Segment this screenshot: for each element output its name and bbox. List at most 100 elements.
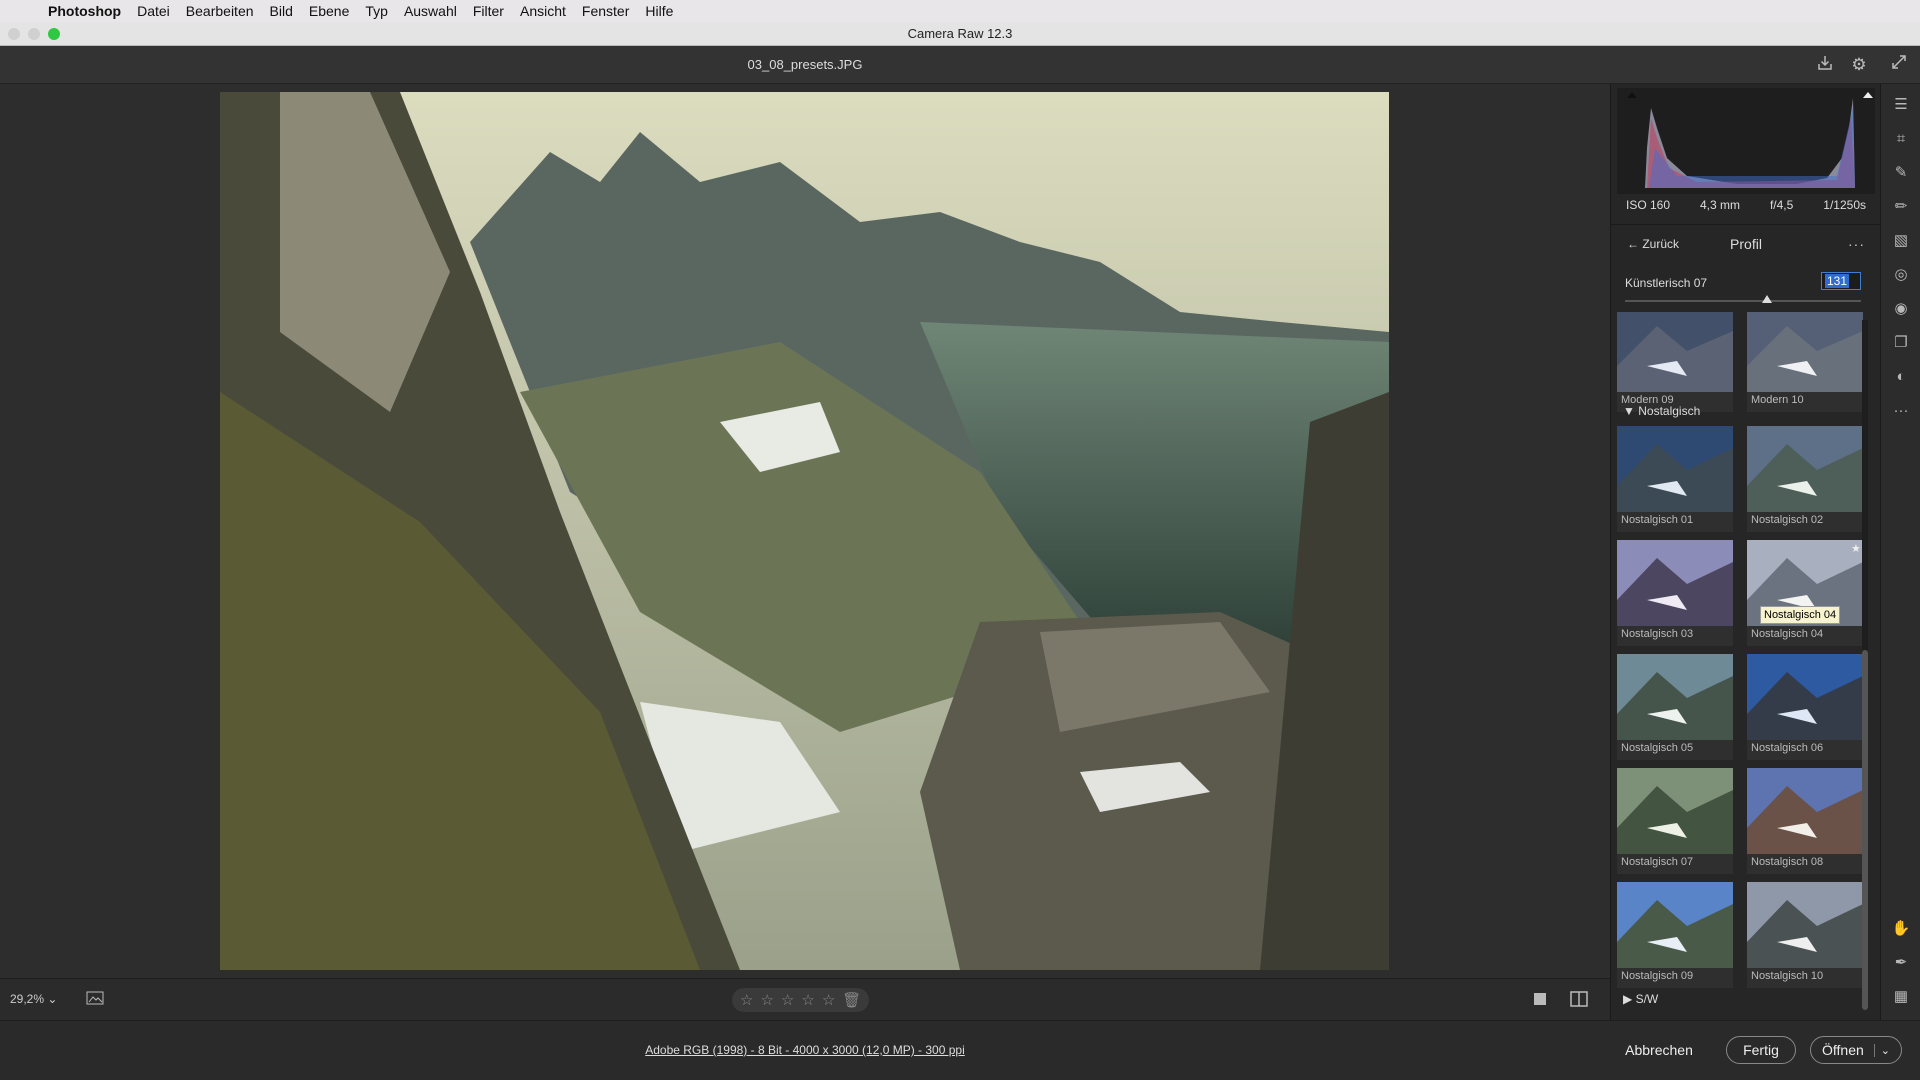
hand-icon[interactable]: ✋: [1890, 918, 1912, 940]
exif-shutter: 1/1250s: [1823, 198, 1866, 212]
workflow-options-link[interactable]: Adobe RGB (1998) - 8 Bit - 4000 x 3000 (…: [0, 1043, 1610, 1057]
zoom-window-button[interactable]: [48, 28, 60, 40]
more-options-icon[interactable]: ···: [1848, 236, 1865, 252]
menu-fenster[interactable]: Fenster: [574, 3, 637, 19]
thumb-image: [1747, 312, 1863, 392]
thumb-image: [1617, 312, 1733, 392]
triangle-right-icon: ▶: [1623, 992, 1633, 1006]
section-nostalgisch[interactable]: ▼ Nostalgisch: [1623, 404, 1700, 418]
window-title: Camera Raw 12.3: [907, 26, 1013, 41]
histogram: [1617, 88, 1875, 194]
slider-handle[interactable]: [1761, 295, 1772, 303]
thumb-image: [1747, 426, 1863, 512]
thumb-image: [1617, 882, 1733, 968]
thumb-caption: Nostalgisch 04: [1747, 626, 1863, 646]
menu-bild[interactable]: Bild: [262, 3, 301, 19]
thumb-image: [1747, 654, 1863, 740]
exif-focal: 4,3 mm: [1699, 198, 1740, 212]
star-icon[interactable]: ☆: [760, 991, 773, 1009]
profile-title: Profil: [1730, 235, 1762, 252]
star-icon[interactable]: ☆: [781, 991, 794, 1009]
cancel-button[interactable]: Abbrechen: [1612, 1036, 1706, 1064]
file-bar: 03_08_presets.JPG ⚙: [0, 46, 1920, 84]
thumb-caption: Nostalgisch 09: [1617, 968, 1733, 988]
window-controls: [8, 28, 60, 40]
menu-bearbeiten[interactable]: Bearbeiten: [178, 3, 262, 19]
color-sampler-icon[interactable]: ✒: [1890, 952, 1912, 974]
image-view-icon[interactable]: [86, 991, 106, 1007]
profile-thumb-modern-10[interactable]: Modern 10: [1747, 312, 1863, 412]
menu-ansicht[interactable]: Ansicht: [512, 3, 574, 19]
profile-amount-input[interactable]: 131: [1821, 272, 1861, 290]
done-button[interactable]: Fertig: [1726, 1036, 1796, 1064]
profile-thumb-nostalgisch-02[interactable]: Nostalgisch 02: [1747, 426, 1863, 532]
crop-icon[interactable]: ⌗: [1890, 128, 1912, 150]
close-window-button[interactable]: [8, 28, 20, 40]
snapshots-icon[interactable]: ❐: [1890, 332, 1912, 354]
tool-strip: ☰ ⌗ ✎ ✏ ▧ ◎ ◉ ❐ ◐ ··· ✋ ✒ ▦: [1880, 84, 1920, 1020]
profile-header: ← Zurück Profil ···: [1611, 224, 1881, 262]
single-view-icon[interactable]: [1532, 991, 1548, 1007]
spot-heal-icon[interactable]: ✎: [1890, 162, 1912, 184]
exif-aperture: f/4,5: [1769, 198, 1794, 212]
profile-thumb-nostalgisch-06[interactable]: Nostalgisch 06: [1747, 654, 1863, 760]
file-name: 03_08_presets.JPG: [747, 57, 863, 72]
menu-typ[interactable]: Typ: [357, 3, 396, 19]
window-titlebar: Camera Raw 12.3: [0, 22, 1920, 46]
thumb-image: [1617, 768, 1733, 854]
star-icon[interactable]: ☆: [822, 991, 835, 1009]
profile-thumb-nostalgisch-04[interactable]: ★ Nostalgisch 04: [1747, 540, 1863, 646]
sliders-icon[interactable]: ☰: [1890, 94, 1912, 116]
image-canvas[interactable]: [0, 84, 1610, 978]
save-image-icon[interactable]: [1814, 54, 1836, 76]
gradient-icon[interactable]: ▧: [1890, 230, 1912, 252]
thumb-caption: Nostalgisch 08: [1747, 854, 1863, 874]
fullscreen-icon[interactable]: [1888, 54, 1910, 76]
preview-photo[interactable]: [220, 92, 1389, 970]
profile-thumb-nostalgisch-01[interactable]: Nostalgisch 01: [1617, 426, 1733, 532]
menu-hilfe[interactable]: Hilfe: [637, 3, 681, 19]
chevron-down-icon[interactable]: ⌄: [1873, 1043, 1890, 1057]
profile-thumb-modern-09[interactable]: Modern 09: [1617, 312, 1733, 412]
radial-filter-icon[interactable]: ◎: [1890, 264, 1912, 286]
scrollbar-thumb[interactable]: [1862, 650, 1868, 1010]
menu-ebene[interactable]: Ebene: [301, 3, 357, 19]
zoom-level[interactable]: 29,2% ⌄: [10, 992, 57, 1006]
thumb-image: [1617, 426, 1733, 512]
menu-app[interactable]: Photoshop: [40, 3, 129, 19]
thumb-caption: Modern 10: [1747, 392, 1863, 412]
presets-icon[interactable]: ◐: [1890, 366, 1912, 388]
before-after-icon[interactable]: [1570, 991, 1588, 1007]
menu-auswahl[interactable]: Auswahl: [396, 3, 465, 19]
profile-thumb-nostalgisch-03[interactable]: Nostalgisch 03: [1617, 540, 1733, 646]
footer-bar: Adobe RGB (1998) - 8 Bit - 4000 x 3000 (…: [0, 1020, 1920, 1080]
thumb-caption: Nostalgisch 02: [1747, 512, 1863, 532]
star-icon[interactable]: ☆: [740, 991, 753, 1009]
profile-thumb-nostalgisch-07[interactable]: Nostalgisch 07: [1617, 768, 1733, 874]
trash-icon[interactable]: 🗑: [842, 991, 861, 1009]
minimize-window-button[interactable]: [28, 28, 40, 40]
thumb-caption: Nostalgisch 01: [1617, 512, 1733, 532]
gear-icon[interactable]: ⚙: [1848, 54, 1870, 76]
thumb-caption: Nostalgisch 10: [1747, 968, 1863, 988]
more-tools-icon[interactable]: ···: [1890, 400, 1912, 422]
menu-filter[interactable]: Filter: [465, 3, 512, 19]
menubar: Photoshop Datei Bearbeiten Bild Ebene Ty…: [0, 0, 1920, 22]
red-eye-icon[interactable]: ◉: [1890, 298, 1912, 320]
open-button[interactable]: Öffnen ⌄: [1810, 1036, 1902, 1064]
profile-tooltip: Nostalgisch 04: [1760, 606, 1841, 624]
thumb-caption: Nostalgisch 03: [1617, 626, 1733, 646]
brush-icon[interactable]: ✏: [1890, 196, 1912, 218]
profile-thumb-nostalgisch-08[interactable]: Nostalgisch 08: [1747, 768, 1863, 874]
profile-scrollbar[interactable]: [1862, 320, 1868, 1010]
profile-thumb-nostalgisch-09[interactable]: Nostalgisch 09: [1617, 882, 1733, 988]
profile-amount-slider[interactable]: [1625, 295, 1861, 303]
thumb-caption: Nostalgisch 06: [1747, 740, 1863, 760]
section-sw[interactable]: ▶ S/W: [1623, 992, 1658, 1006]
menu-datei[interactable]: Datei: [129, 3, 178, 19]
profile-thumb-nostalgisch-05[interactable]: Nostalgisch 05: [1617, 654, 1733, 760]
profile-grid: Modern 09 Modern 10 ▼ Nostalgisch Nostal…: [1617, 312, 1869, 1020]
star-icon[interactable]: ☆: [801, 991, 814, 1009]
grid-overlay-icon[interactable]: ▦: [1890, 986, 1912, 1008]
profile-thumb-nostalgisch-10[interactable]: Nostalgisch 10: [1747, 882, 1863, 988]
